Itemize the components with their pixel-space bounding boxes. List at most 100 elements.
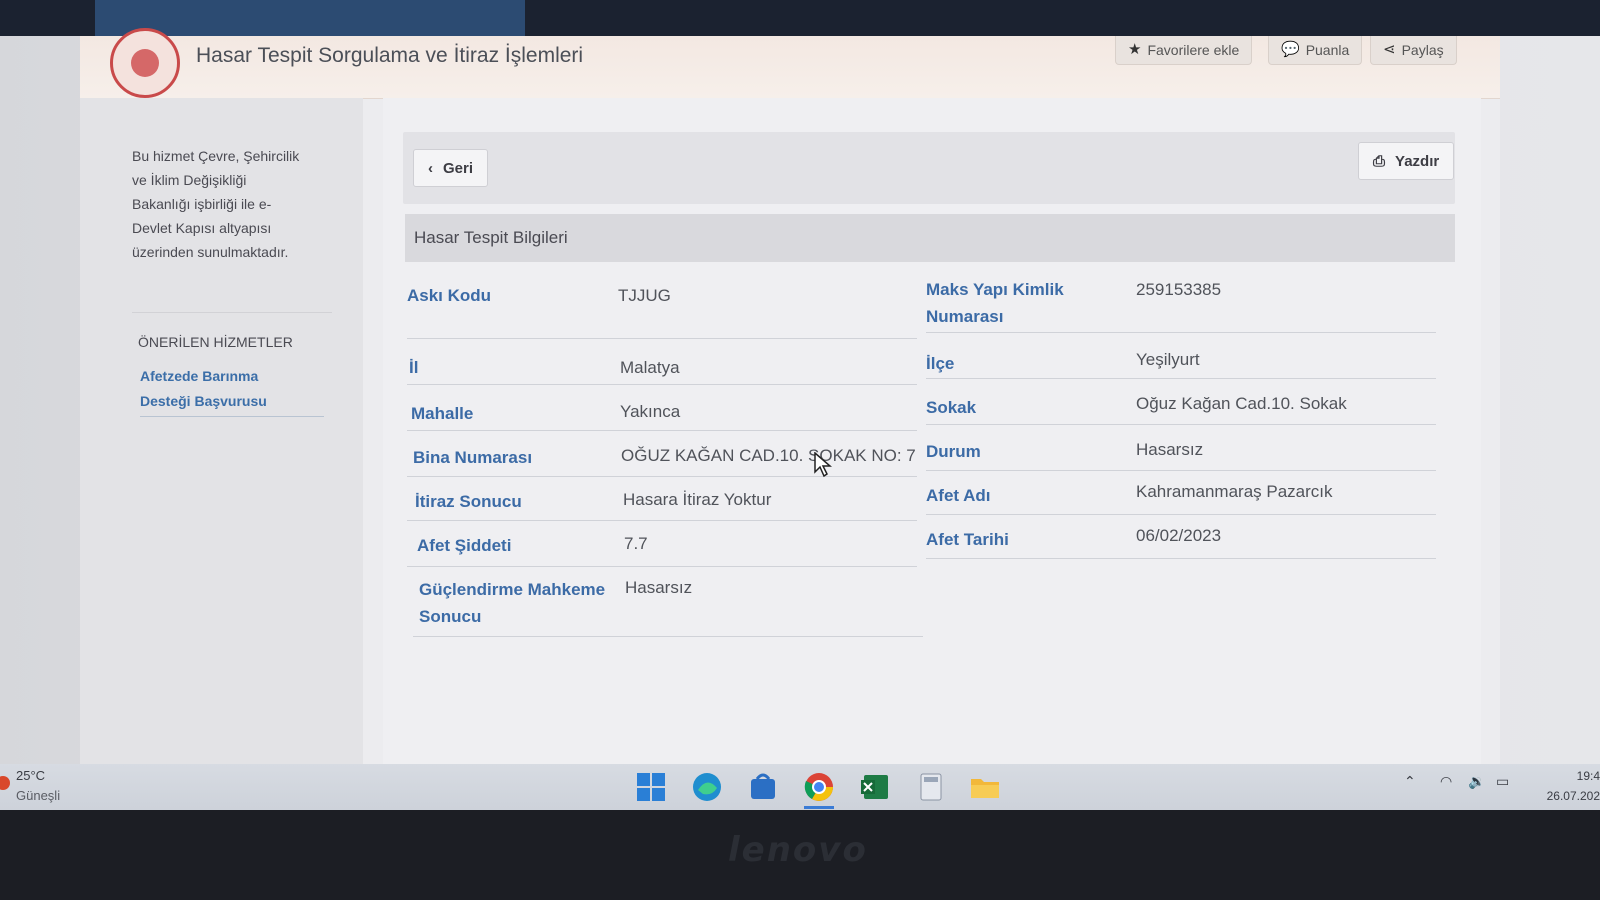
sidebar-divider — [132, 312, 332, 313]
printer-icon: ⎙ — [1373, 152, 1386, 170]
device-brand-logo: lenovo — [728, 830, 868, 870]
edge-browser-icon[interactable] — [690, 770, 724, 804]
guclendirme-value: Hasarsız — [625, 578, 693, 597]
share-icon: ⋖ — [1383, 41, 1396, 58]
itiraz-sonucu-label: İtiraz Sonucu — [415, 492, 522, 511]
sokak-value: Oğuz Kağan Cad.10. Sokak — [1136, 394, 1347, 413]
durum-label: Durum — [926, 442, 981, 461]
service-about-text: Bu hizmet Çevre, Şehircilik ve İklim Değ… — [132, 144, 332, 264]
row-divider — [926, 332, 1436, 333]
screen: Hasar Tespit Sorgulama ve İtiraz İşlemle… — [0, 28, 1600, 764]
windows-start-icon[interactable] — [634, 770, 668, 804]
afet-adi-label: Afet Adı — [926, 486, 991, 505]
mouse-pointer-icon — [814, 452, 832, 478]
row-divider — [926, 378, 1436, 379]
share-label: Paylaş — [1401, 42, 1444, 58]
row-divider — [413, 636, 923, 637]
weather-alert-icon — [0, 776, 10, 790]
maks-yapi-label: Maks Yapı Kimlik Numarası — [926, 276, 1064, 330]
calculator-icon[interactable] — [914, 770, 948, 804]
section-title: Hasar Tespit Bilgileri — [405, 214, 1455, 262]
shelter-support-application-link[interactable]: Afetzede Barınma Desteği Başvurusu — [140, 364, 324, 417]
row-divider — [926, 558, 1436, 559]
back-button[interactable]: ‹ Geri — [413, 149, 489, 187]
excel-icon[interactable] — [858, 770, 892, 804]
about-line: Bu hizmet Çevre, Şehircilik — [132, 148, 300, 164]
row-divider — [407, 384, 917, 385]
guclendirme-label: Güçlendirme Mahkeme Sonucu — [419, 576, 605, 630]
about-line: ve İklim Değişikliği — [132, 172, 247, 188]
itiraz-sonucu-value: Hasara İtiraz Yoktur — [623, 490, 772, 509]
rate-label: Puanla — [1305, 42, 1350, 58]
mahalle-value: Yakınca — [620, 402, 681, 421]
row-divider — [407, 566, 917, 567]
clock-date: 26.07.202 — [1546, 789, 1600, 803]
about-line: Devlet Kapısı altyapısı — [132, 220, 272, 236]
label-line: Güçlendirme Mahkeme — [419, 580, 606, 599]
taskbar: 25°C Güneşli ⌃ ◠ 🔉 ▭ 19:4 26.07.202 — [0, 764, 1600, 810]
afet-tarihi-label: Afet Tarihi — [926, 530, 1009, 549]
recommended-services-heading: ÖNERİLEN HİZMETLER — [138, 334, 293, 350]
aski-kodu-label: Askı Kodu — [407, 286, 492, 305]
chrome-browser-icon[interactable] — [802, 770, 836, 804]
speech-bubble-icon: 💬 — [1281, 41, 1300, 58]
bina-numarasi-label: Bina Numarası — [413, 448, 533, 467]
label-line: Maks Yapı Kimlik — [926, 280, 1064, 299]
star-icon: ★ — [1128, 41, 1142, 58]
label-line: Sonucu — [419, 607, 482, 626]
afet-siddeti-label: Afet Şiddeti — [417, 536, 512, 555]
print-button[interactable]: ⎙ Yazdır — [1358, 142, 1455, 180]
durum-value: Hasarsız — [1136, 440, 1204, 459]
battery-icon[interactable]: ▭ — [1496, 774, 1509, 790]
link-line: Desteği Başvurusu — [140, 393, 267, 409]
rate-button[interactable]: 💬 Puanla — [1268, 36, 1363, 65]
sokak-label: Sokak — [926, 398, 977, 417]
maks-yapi-value: 259153385 — [1136, 280, 1222, 299]
share-button[interactable]: ⋖ Paylaş — [1370, 36, 1457, 65]
web-page: Hasar Tespit Sorgulama ve İtiraz İşlemle… — [80, 28, 1500, 764]
afet-tarihi-value: 06/02/2023 — [1136, 526, 1222, 545]
row-divider — [407, 476, 917, 477]
mahalle-label: Mahalle — [411, 404, 474, 423]
chevron-left-icon: ‹ — [428, 159, 433, 177]
about-line: üzerinden sunulmaktadır. — [132, 244, 289, 260]
sidebar: Bu hizmet Çevre, Şehircilik ve İklim Değ… — [80, 98, 363, 764]
file-explorer-icon[interactable] — [968, 770, 1002, 804]
system-clock[interactable]: 19:4 26.07.202 — [1547, 766, 1600, 806]
row-divider — [926, 470, 1436, 471]
aski-kodu-value: TJJUG — [618, 286, 671, 305]
weather-description[interactable]: Güneşli — [16, 788, 60, 803]
store-icon[interactable] — [746, 770, 780, 804]
afet-adi-value: Kahramanmaraş Pazarcık — [1136, 482, 1333, 501]
row-divider — [926, 424, 1436, 425]
afet-siddeti-value: 7.7 — [624, 534, 648, 553]
bina-numarasi-value: OĞUZ KAĞAN CAD.10. SOKAK NO: 7 — [621, 446, 916, 465]
clock-time: 19:4 — [1576, 769, 1600, 783]
print-label: Yazdır — [1395, 152, 1440, 170]
label-line: Numarası — [926, 307, 1004, 326]
row-divider — [407, 520, 917, 521]
back-label: Geri — [443, 159, 474, 177]
il-label: İl — [409, 358, 419, 377]
volume-icon[interactable]: 🔉 — [1468, 774, 1485, 790]
active-app-indicator — [804, 806, 834, 809]
ilce-label: İlçe — [926, 354, 955, 373]
chevron-up-icon[interactable]: ⌃ — [1404, 774, 1416, 790]
about-line: Bakanlığı işbirliği ile e- — [132, 196, 272, 212]
row-divider — [407, 338, 917, 339]
il-value: Malatya — [620, 358, 680, 377]
ilce-value: Yeşilyurt — [1136, 350, 1200, 369]
add-favorite-label: Favorilere ekle — [1147, 42, 1240, 58]
ministry-logo-icon — [110, 28, 180, 98]
main-content: ‹ Geri ⎙ Yazdır Hasar Tespit Bilgileri A… — [383, 98, 1481, 764]
bottom-bezel: lenovo — [0, 810, 1600, 900]
top-bezel — [0, 0, 1600, 36]
row-divider — [926, 514, 1436, 515]
wifi-icon[interactable]: ◠ — [1440, 774, 1452, 790]
link-line: Afetzede Barınma — [140, 368, 259, 384]
row-divider — [407, 430, 917, 431]
weather-temperature[interactable]: 25°C — [16, 768, 45, 783]
action-toolbar: ‹ Geri ⎙ Yazdır — [403, 132, 1455, 204]
page-header: Hasar Tespit Sorgulama ve İtiraz İşlemle… — [80, 28, 1500, 99]
add-favorite-button[interactable]: ★ Favorilere ekle — [1115, 36, 1253, 65]
